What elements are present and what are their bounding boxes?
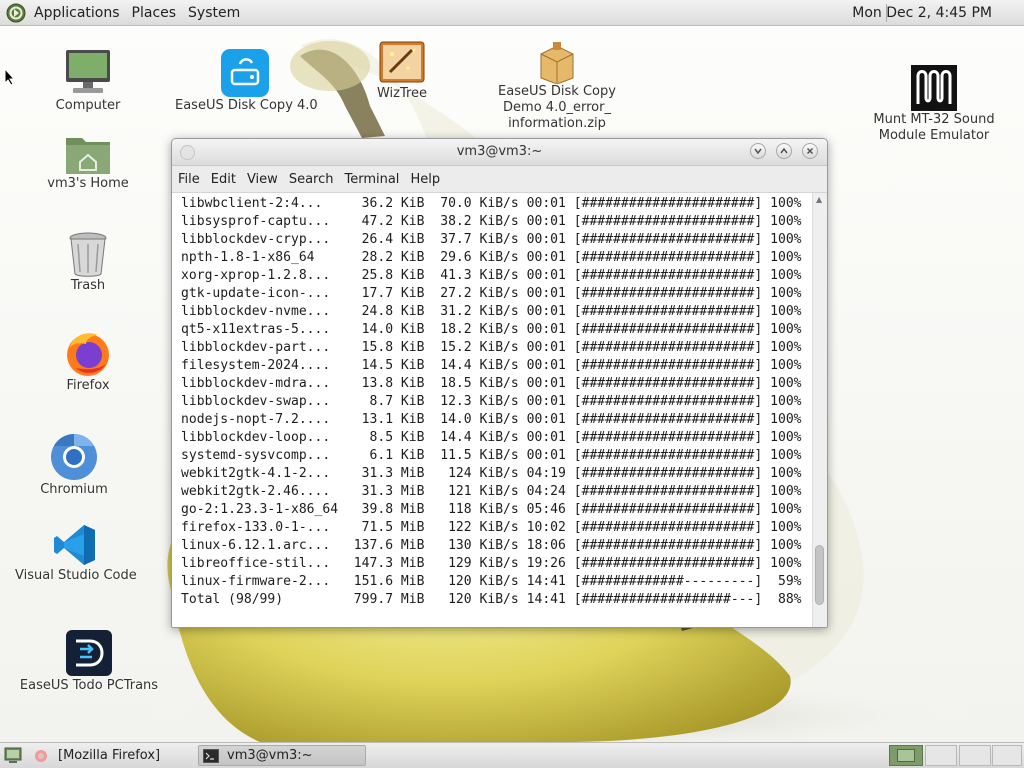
menu-terminal[interactable]: Terminal xyxy=(340,172,403,187)
menu-system[interactable]: System xyxy=(184,5,244,21)
easeus-disk-copy-icon xyxy=(221,49,269,97)
desktop-icon-label-line: Module Emulator xyxy=(878,128,990,143)
desktop-icon-label: Visual Studio Code xyxy=(15,568,137,583)
firefox-icon xyxy=(35,749,47,762)
desktop-icon-label-line: Munt MT-32 Sound xyxy=(873,112,995,127)
desktop-icon-label: EaseUS Disk Copy 4.0 xyxy=(175,98,318,113)
desktop-icon-easeus-disk-copy[interactable]: EaseUS Disk Copy 4.0 xyxy=(175,48,318,114)
distro-logo-icon[interactable] xyxy=(6,3,26,23)
menu-view[interactable]: View xyxy=(243,172,282,187)
maximize-button[interactable] xyxy=(776,143,792,159)
top-panel: Applications Places System Mon Dec 2, 4:… xyxy=(0,0,1024,26)
desktop-icon-munt[interactable]: Munt MT-32 Sound Module Emulator xyxy=(862,64,1006,144)
show-desktop-icon[interactable] xyxy=(4,747,22,764)
terminal-line: libsysprof-captu... 47.2 KiB 38.2 KiB/s … xyxy=(181,214,802,229)
desktop-icon-zip-archive[interactable]: EaseUS Disk Copy Demo 4.0_error_ informa… xyxy=(487,40,627,132)
terminal-line: Total (98/99) 799.7 MiB 120 KiB/s 14:41 … xyxy=(181,592,802,607)
taskbar-task-label: vm3@vm3:~ xyxy=(227,748,313,763)
firefox-icon xyxy=(67,333,109,376)
terminal-menubar: File Edit View Search Terminal Help xyxy=(172,166,827,193)
workspace-4[interactable] xyxy=(992,745,1022,766)
terminal-line: linux-firmware-2... 151.6 MiB 120 KiB/s … xyxy=(181,574,802,589)
terminal-window[interactable]: vm3@vm3:~ File Edit View Search Terminal… xyxy=(171,138,828,628)
taskbar-terminal[interactable]: vm3@vm3:~ xyxy=(198,745,366,766)
terminal-titlebar[interactable]: vm3@vm3:~ xyxy=(172,139,827,166)
terminal-line: libblockdev-swap... 8.7 KiB 12.3 KiB/s 0… xyxy=(181,394,802,409)
desktop-icon-chromium[interactable]: Chromium xyxy=(24,432,124,498)
menu-help[interactable]: Help xyxy=(406,172,444,187)
menu-file[interactable]: File xyxy=(174,172,204,187)
desktop-icon-label-line: Demo 4.0_error_ xyxy=(503,100,611,115)
home-folder-icon xyxy=(66,138,110,174)
menu-places[interactable]: Places xyxy=(128,5,181,21)
terminal-icon xyxy=(203,748,219,763)
desktop-icon-label: WizTree xyxy=(376,86,428,101)
scroll-up-icon[interactable]: ▲ xyxy=(816,195,822,204)
terminal-line: libwbclient-2:4... 36.2 KiB 70.0 KiB/s 0… xyxy=(181,196,802,211)
desktop-icon-easeus-todo[interactable]: EaseUS Todo PCTrans xyxy=(14,628,164,694)
terminal-line: systemd-sysvcomp... 6.1 KiB 11.5 KiB/s 0… xyxy=(181,448,802,463)
terminal-line: qt5-x11extras-5.... 14.0 KiB 18.2 KiB/s … xyxy=(181,322,802,337)
terminal-line: npth-1.8-1-x86_64 28.2 KiB 29.6 KiB/s 00… xyxy=(181,250,802,265)
terminal-line: libblockdev-cryp... 26.4 KiB 37.7 KiB/s … xyxy=(181,232,802,247)
clock[interactable]: Mon Dec 2, 4:45 PM xyxy=(852,5,992,21)
terminal-line: nodejs-nopt-7.2.... 13.1 KiB 14.0 KiB/s … xyxy=(181,412,802,427)
terminal-scrollbar[interactable]: ▲ xyxy=(812,193,827,627)
minimize-button[interactable] xyxy=(750,143,766,159)
menu-applications[interactable]: Applications xyxy=(30,5,124,21)
desktop-icon-label: Computer xyxy=(55,98,121,113)
terminal-line: libreoffice-stil... 147.3 MiB 129 KiB/s … xyxy=(181,556,802,571)
desktop-icon-label-line: EaseUS Disk Copy xyxy=(498,84,616,99)
terminal-title: vm3@vm3:~ xyxy=(456,144,543,159)
workspace-2[interactable] xyxy=(925,745,957,766)
desktop-icon-label: Firefox xyxy=(66,378,110,393)
desktop-icon-vscode[interactable]: Visual Studio Code xyxy=(15,522,137,584)
menu-edit[interactable]: Edit xyxy=(207,172,240,187)
munt-icon xyxy=(911,65,957,111)
terminal-line: go-2:1.23.3-1-x86_64 39.8 MiB 118 KiB/s … xyxy=(181,502,802,517)
desktop-icon-label: Trash xyxy=(70,278,106,293)
desktop-icon-label: Chromium xyxy=(40,482,108,497)
trash-icon xyxy=(69,232,107,277)
desktop-icon-trash[interactable]: Trash xyxy=(38,230,138,294)
terminal-line: webkit2gtk-4.1-2... 31.3 MiB 124 KiB/s 0… xyxy=(181,466,802,481)
desktop-icon-label: EaseUS Todo PCTrans xyxy=(19,678,159,693)
bottom-panel: [Mozilla Firefox] vm3@vm3:~ xyxy=(0,742,1024,768)
terminal-line: webkit2gtk-2.46.... 31.3 MiB 121 KiB/s 0… xyxy=(181,484,802,499)
workspace-3[interactable] xyxy=(959,745,991,766)
terminal-line: linux-6.12.1.arc... 137.6 MiB 130 KiB/s … xyxy=(181,538,802,553)
chevron-down-icon xyxy=(754,148,762,155)
mouse-pointer-icon xyxy=(4,68,16,86)
scrollbar-thumb[interactable] xyxy=(815,545,824,605)
terminal-output-area[interactable]: libwbclient-2:4... 36.2 KiB 70.0 KiB/s 0… xyxy=(172,193,827,627)
workspace-1[interactable] xyxy=(889,745,923,766)
close-icon xyxy=(806,147,814,155)
menu-search[interactable]: Search xyxy=(285,172,338,187)
chromium-icon xyxy=(51,434,97,480)
desktop-icon-wiztree[interactable]: WizTree xyxy=(352,40,452,102)
zip-archive-icon xyxy=(540,42,574,84)
terminal-line: filesystem-2024.... 14.5 KiB 14.4 KiB/s … xyxy=(181,358,802,373)
computer-icon xyxy=(66,50,110,93)
desktop-icon-label: vm3's Home xyxy=(47,176,129,191)
terminal-line: firefox-133.0-1-... 71.5 MiB 122 KiB/s 1… xyxy=(181,520,802,535)
vscode-icon xyxy=(54,525,95,565)
terminal-line: xorg-xprop-1.2.8... 25.8 KiB 41.3 KiB/s … xyxy=(181,268,802,283)
taskbar-firefox[interactable]: [Mozilla Firefox] xyxy=(30,745,198,766)
terminal-line: libblockdev-mdra... 13.8 KiB 18.5 KiB/s … xyxy=(181,376,802,391)
desktop-icon-computer[interactable]: Computer xyxy=(38,48,138,114)
terminal-line: libblockdev-loop... 8.5 KiB 14.4 KiB/s 0… xyxy=(181,430,802,445)
terminal-line: libblockdev-part... 15.8 KiB 15.2 KiB/s … xyxy=(181,340,802,355)
terminal-output: libwbclient-2:4... 36.2 KiB 70.0 KiB/s 0… xyxy=(181,195,802,609)
wiztree-icon xyxy=(379,41,425,83)
terminal-line: libblockdev-nvme... 24.8 KiB 31.2 KiB/s … xyxy=(181,304,802,319)
chevron-up-icon xyxy=(780,147,788,154)
taskbar-task-label: [Mozilla Firefox] xyxy=(58,748,161,763)
desktop-icon-home[interactable]: vm3's Home xyxy=(38,130,138,192)
desktop-icon-label-line: information.zip xyxy=(508,116,606,131)
easeus-todo-pctrans-icon xyxy=(66,630,112,676)
terminal-line: gtk-update-icon-... 17.7 KiB 27.2 KiB/s … xyxy=(181,286,802,301)
close-button[interactable] xyxy=(802,143,818,159)
desktop-icon-firefox[interactable]: Firefox xyxy=(38,330,138,394)
